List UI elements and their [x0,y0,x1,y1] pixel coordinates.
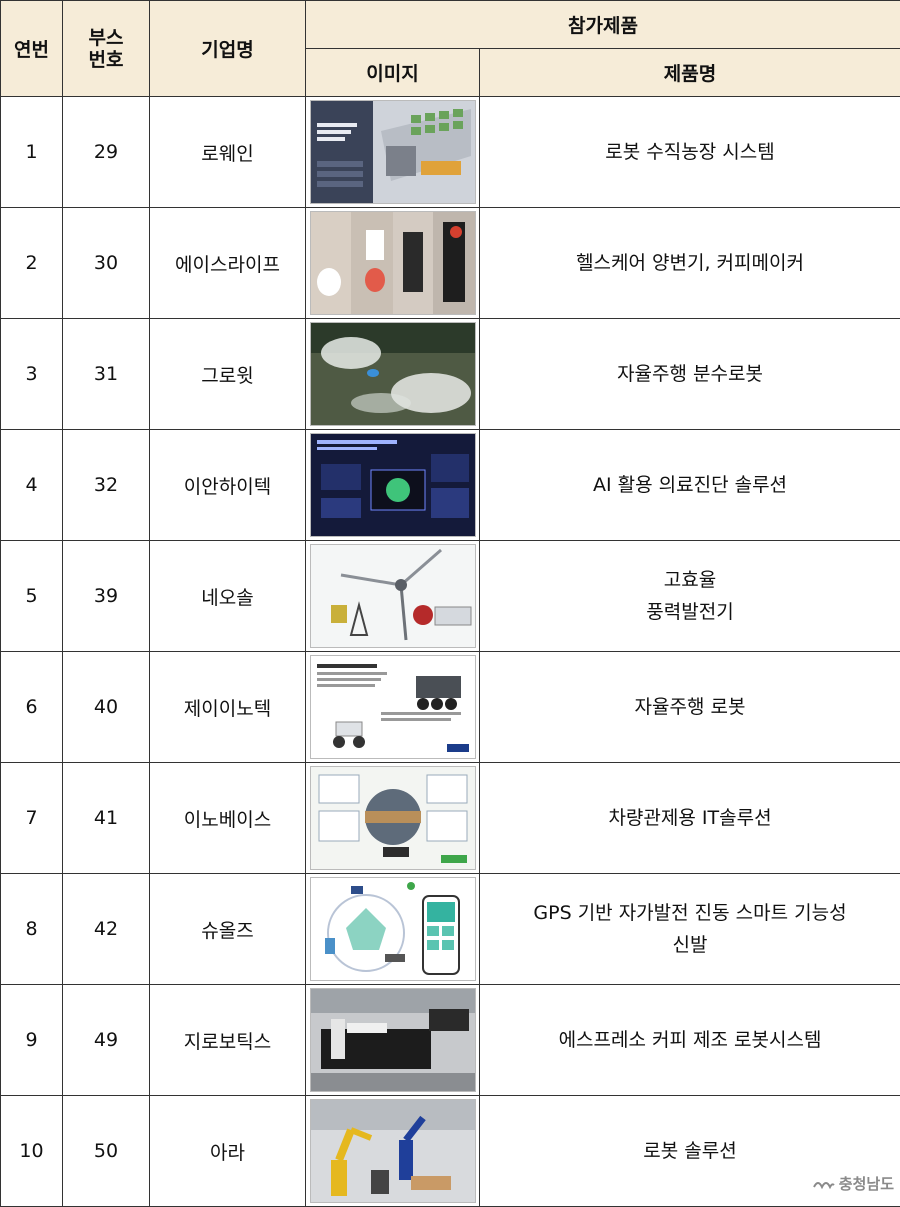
cell-booth: 31 [63,319,150,430]
product-line1: GPS 기반 자가발전 진동 스마트 기능성 [533,902,846,924]
cell-booth: 41 [63,763,150,874]
cell-product: 고효율 풍력발전기 [480,541,900,652]
industrial-robot-arm-image [310,1099,476,1203]
cell-product: 에스프레소 커피 제조 로봇시스템 [480,985,900,1096]
fountain-robot-image [310,322,476,426]
wind-turbine-image [310,544,476,648]
header-product-name: 제품명 [480,49,900,97]
cell-product: 헬스케어 양변기, 커피메이커 [480,208,900,319]
cell-no: 7 [1,763,63,874]
exhibitor-table: 연번 부스 번호 기업명 참가제품 이미지 제품명 1 29 로웨인 [0,0,900,1207]
cell-no: 1 [1,97,63,208]
product-line2: 신발 [673,934,708,956]
cell-booth: 49 [63,985,150,1096]
medical-imaging-platform-image [310,433,476,537]
cell-no: 5 [1,541,63,652]
cell-company: 제이이노텍 [150,652,306,763]
header-image: 이미지 [306,49,480,97]
cell-product: AI 활용 의료진단 솔루션 [480,430,900,541]
toilet-coffee-maker-image [310,211,476,315]
robotic-vertical-farming-image [310,100,476,204]
cell-no: 8 [1,874,63,985]
cell-company: 이안하이텍 [150,430,306,541]
cell-company: 지로보틱스 [150,985,306,1096]
header-booth: 부스 번호 [63,1,150,97]
table-row: 8 42 슈올즈 [1,874,900,985]
cell-product: 자율주행 분수로봇 [480,319,900,430]
table-row: 3 31 그로윗 자율주행 분수로봇 [1,319,900,430]
cell-product: GPS 기반 자가발전 진동 스마트 기능성 신발 [480,874,900,985]
cell-booth: 50 [63,1096,150,1207]
cell-booth: 42 [63,874,150,985]
watermark-text: 충청남도 [839,1173,894,1194]
table-row: 2 30 에이스라이프 [1,208,900,319]
cell-booth: 39 [63,541,150,652]
table-row: 4 32 이안하이텍 [1,430,900,541]
table-row: 5 39 네오솔 [1,541,900,652]
table-row: 6 40 제이이노텍 [1,652,900,763]
table-row: 10 50 아라 로봇 [1,1096,900,1207]
cell-company: 로웨인 [150,97,306,208]
table-row: 7 41 이노베이스 [1,763,900,874]
cell-company: 아라 [150,1096,306,1207]
watermark: 충청남도 [813,1173,894,1194]
cell-company: 에이스라이프 [150,208,306,319]
cell-company: 이노베이스 [150,763,306,874]
cell-no: 2 [1,208,63,319]
cell-booth: 29 [63,97,150,208]
header-products: 참가제품 [306,1,900,49]
cell-booth: 32 [63,430,150,541]
header-no: 연번 [1,1,63,97]
header-booth-line2: 번호 [89,49,124,71]
espresso-robot-image [310,988,476,1092]
cell-booth: 30 [63,208,150,319]
autonomous-robot-image [310,655,476,759]
header-booth-line1: 부스 [89,27,124,49]
cell-company: 그로윗 [150,319,306,430]
cell-booth: 40 [63,652,150,763]
product-line2: 풍력발전기 [646,601,733,623]
product-line1: 고효율 [664,569,716,591]
cell-no: 6 [1,652,63,763]
cell-product: 차량관제용 IT솔루션 [480,763,900,874]
cell-product: 자율주행 로봇 [480,652,900,763]
cell-company: 네오솔 [150,541,306,652]
header-company: 기업명 [150,1,306,97]
cell-no: 10 [1,1096,63,1207]
cell-no: 9 [1,985,63,1096]
smart-shoes-app-image [310,877,476,981]
cell-company: 슈올즈 [150,874,306,985]
vehicle-control-solution-image [310,766,476,870]
watermark-logo-icon [813,1177,835,1191]
table-row: 9 49 지로보틱스 에스프레소 커피 제조 로봇시스템 [1,985,900,1096]
cell-product: 로봇 수직농장 시스템 [480,97,900,208]
table-row: 1 29 로웨인 [1,97,900,208]
cell-no: 3 [1,319,63,430]
cell-no: 4 [1,430,63,541]
